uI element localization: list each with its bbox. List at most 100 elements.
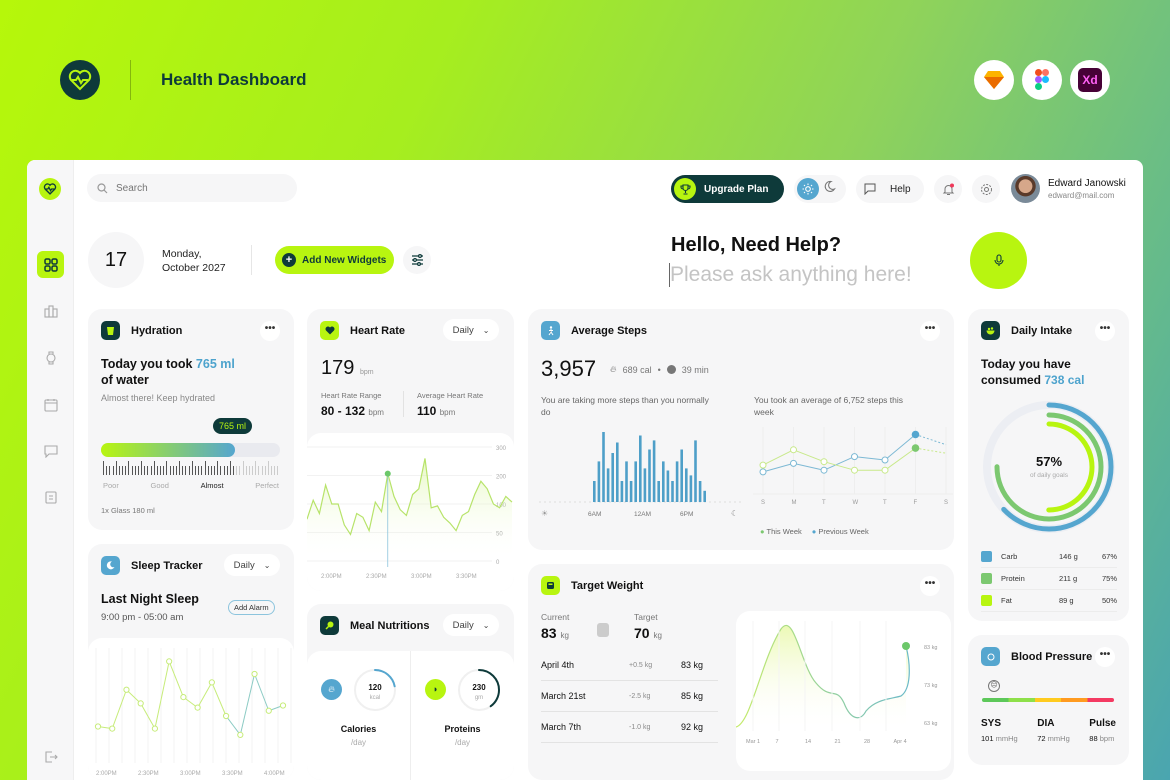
step-bar [616, 442, 619, 502]
settings-button[interactable] [972, 175, 1000, 203]
sleep-period-dropdown[interactable]: Daily ⌄ [224, 554, 280, 576]
month-year-label: October 2027 [162, 262, 226, 274]
notifications-button[interactable] [934, 175, 962, 203]
upgrade-plan-button[interactable]: Upgrade Plan [671, 175, 784, 203]
tick-mark [179, 461, 181, 475]
previous_week-projection [915, 434, 947, 446]
row-weight: 83 kg [681, 660, 704, 670]
previous_week-point [881, 456, 889, 464]
scale-label: Almost [200, 481, 224, 490]
nutrition-item: ◗ 230 gm Proteins/day [411, 651, 514, 780]
legend-swatch [981, 551, 992, 562]
theme-toggle[interactable] [794, 175, 846, 203]
steps-left-text: You are taking more steps than you norma… [541, 395, 709, 417]
stat-value: 101 mmHg [981, 734, 1018, 743]
heart-period-dropdown[interactable]: Daily ⌄ [443, 319, 499, 341]
this_week-point [790, 446, 797, 454]
row-change: -1.0 kg [629, 723, 651, 731]
tick-mark [252, 466, 254, 475]
current-bpm: 179 bpm [321, 357, 374, 380]
progress-ring: 230 gm [458, 669, 500, 711]
intake-percent: 57% [1035, 454, 1063, 469]
filter-button[interactable] [403, 246, 431, 274]
assistant-input[interactable] [669, 263, 959, 287]
more-button[interactable]: ••• [260, 321, 280, 341]
sleep-tracker-card: Sleep Tracker Daily ⌄ Last Night Sleep 9:… [88, 544, 294, 780]
xd-icon[interactable]: Xd [1070, 60, 1110, 100]
nutrition-per: /day [350, 738, 367, 747]
more-button[interactable]: ••• [920, 321, 940, 341]
nutrition-unit: kcal [370, 695, 381, 701]
x-tick-label: 2:30PM [138, 771, 159, 777]
glass-icon [101, 321, 120, 340]
meat-icon: ◗ [425, 679, 446, 700]
table-row: April 4th +0.5 kg 83 kg [541, 650, 718, 681]
tick-mark [207, 466, 209, 475]
scale-label: Poor [103, 481, 119, 490]
x-tick-label: 3:30PM [222, 771, 243, 777]
tick-mark [188, 466, 190, 475]
sidebar-item-calendar[interactable] [37, 391, 64, 418]
previous_week-point [820, 466, 828, 474]
sleep-chart: 2:00PM 2:30PM 3:00PM 3:30PM 4:00PM [88, 638, 294, 780]
add-new-widgets-button[interactable]: + Add New Widgets [275, 246, 394, 274]
sidebar-item-messages[interactable] [37, 437, 64, 464]
search-input[interactable] [116, 182, 276, 194]
sidebar-item-devices[interactable] [37, 344, 64, 371]
sidebar-item-reports[interactable] [37, 483, 64, 510]
moon-icon[interactable] [823, 180, 836, 198]
more-button[interactable]: ••• [920, 576, 940, 596]
tick-mark [182, 466, 184, 475]
more-button[interactable]: ••• [1095, 647, 1115, 667]
voice-button[interactable] [970, 232, 1027, 289]
tick-mark [248, 466, 250, 475]
chat-icon [43, 444, 58, 458]
figma-icon[interactable] [1022, 60, 1062, 100]
chevron-down-icon: ⌄ [482, 325, 490, 335]
intake-amount: 738 cal [1044, 373, 1085, 387]
scale-label: Good [150, 481, 169, 490]
sidebar-item-statistics[interactable] [37, 297, 64, 324]
steps-right-text: You took an average of 6,752 steps this … [754, 395, 904, 417]
search-box[interactable] [87, 174, 297, 202]
intake-grams: 211 g [1059, 574, 1078, 583]
x-tick-label: F [914, 500, 918, 506]
add-alarm-button[interactable]: Add Alarm [228, 600, 275, 615]
baseline-dot [739, 501, 741, 503]
sun-icon[interactable] [797, 178, 819, 200]
intake-pct: 67% [1101, 552, 1117, 561]
previous_week-line [762, 462, 794, 473]
help-button[interactable]: Help [856, 175, 924, 203]
stat-unit: mmHg [1047, 734, 1070, 743]
avatar[interactable] [1011, 174, 1040, 203]
tick-mark [255, 461, 257, 475]
sleep-point [279, 702, 287, 709]
search-icon [97, 182, 108, 193]
date-text: Monday, October 2027 [162, 247, 226, 275]
flame-icon: 🔥︎ [610, 364, 617, 374]
sidebar-logo-icon[interactable] [39, 178, 61, 200]
stat-number: 88 [1089, 734, 1100, 743]
intake-grams: 146 g [1059, 552, 1078, 561]
step-bar [625, 461, 628, 502]
logout-button[interactable] [37, 743, 64, 770]
sidebar-item-dashboard[interactable] [37, 251, 64, 278]
x-tick-label: 14 [805, 739, 811, 745]
hydration-subtitle: Almost there! Keep hydrated [101, 393, 216, 403]
stat-value: 72 mmHg [1037, 734, 1070, 743]
nutrition-per: /day [454, 738, 471, 747]
tick-mark [204, 461, 206, 475]
intake-pct: 75% [1101, 574, 1117, 583]
legend-label: Previous Week [818, 527, 869, 536]
more-button[interactable]: ••• [1095, 321, 1115, 341]
current-label: Current [541, 612, 570, 622]
x-tick-label: 12AM [634, 511, 651, 518]
water-amount: 765 ml [195, 357, 235, 371]
hero-title: Health Dashboard [161, 70, 307, 89]
sketch-icon[interactable] [974, 60, 1014, 100]
step-bar [611, 453, 614, 502]
baseline-dot [539, 501, 541, 503]
tick-mark [128, 461, 130, 475]
progress-tooltip: 765 ml [213, 418, 253, 434]
meal-period-dropdown[interactable]: Daily ⌄ [443, 614, 499, 636]
